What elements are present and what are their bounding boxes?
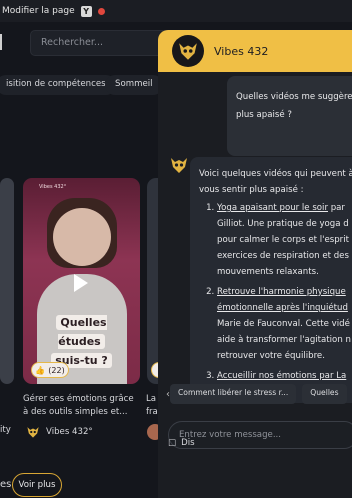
video-link[interactable]: Retrouve l'harmonie physique émotionnell… (217, 287, 348, 313)
list-item: Retrouve l'harmonie physique émotionnell… (217, 284, 352, 364)
owl-logo-icon (179, 43, 197, 60)
video-link[interactable]: Yoga apaisant pour le soir (217, 203, 328, 213)
video-card[interactable]: Vibes 432° Quelles études suis-tu ? (23, 178, 140, 384)
item-description: Marie de Fauconval. Cette vidé aide à tr… (217, 319, 352, 361)
disclaimer[interactable]: □ Dis (168, 438, 195, 448)
caption-line-1: Quelles études (56, 315, 107, 349)
disclaimer-label: Dis (181, 438, 195, 448)
section-title-fragment: es (0, 479, 12, 490)
suggestion-chip[interactable]: Quelles (302, 384, 347, 404)
suggestion-row: ‹ Comment libérer le stress r... Quelles (166, 383, 352, 405)
thumbs-up-icon: 👍 (35, 365, 46, 375)
video-title-right-1[interactable]: La (146, 393, 156, 406)
page-tab-title[interactable]: Modifier la page (2, 6, 75, 16)
video-author[interactable]: Vibes 432° (26, 425, 93, 439)
bot-intro: Voici quelques vidéos qui peuvent à vous… (199, 169, 352, 195)
chat-panel: Vibes 432 Quelles vidéos me suggère plus… (158, 30, 352, 498)
chat-title: Vibes 432 (214, 44, 269, 58)
user-message: Quelles vidéos me suggère plus apaisé ? (227, 76, 352, 156)
thumbnail-face (53, 208, 111, 266)
likes-count: (22) (48, 365, 65, 375)
category-chip-sommeil[interactable]: Sommeil (105, 75, 163, 95)
comment-icon: □ (168, 438, 177, 448)
list-item: Yoga apaisant pour le soir par Gilliot. … (217, 200, 352, 280)
video-suggestion-list: Yoga apaisant pour le soir par Gilliot. … (199, 200, 352, 384)
chat-logo (172, 35, 204, 67)
suggestion-chip[interactable]: Comment libérer le stress r... (170, 384, 297, 404)
y-icon[interactable]: Y (80, 5, 92, 17)
bot-message: Voici quelques vidéos qui peuvent à vous… (190, 157, 352, 403)
video-title[interactable]: Gérer ses émotions grâce à des outils si… (23, 393, 141, 419)
video-card-left[interactable] (0, 178, 14, 384)
chat-header: Vibes 432 (158, 30, 352, 72)
play-icon[interactable] (74, 274, 88, 292)
list-item: Accueillir nos émotions par La (217, 368, 352, 384)
author-name: Vibes 432° (46, 427, 93, 437)
voir-plus-button[interactable]: Voir plus (12, 473, 62, 497)
owl-logo-icon (27, 427, 39, 438)
left-card-fragment: ity (0, 425, 11, 435)
left-edge-indicator (0, 34, 2, 50)
chat-input[interactable]: Entrez votre message... (168, 421, 352, 449)
browser-toolbar: Modifier la page Y (0, 0, 352, 22)
record-dot-icon[interactable] (97, 7, 105, 15)
item-description: par Gilliot. Une pratique de yoga d pour… (217, 203, 349, 277)
video-link[interactable]: Accueillir nos émotions par La (217, 371, 346, 381)
category-chip-competences[interactable]: isition de compétences (0, 75, 116, 95)
card-brand: Vibes 432° (39, 184, 67, 190)
likes-badge[interactable]: 👍 (22) (31, 362, 69, 378)
bot-avatar-icon (171, 158, 187, 173)
